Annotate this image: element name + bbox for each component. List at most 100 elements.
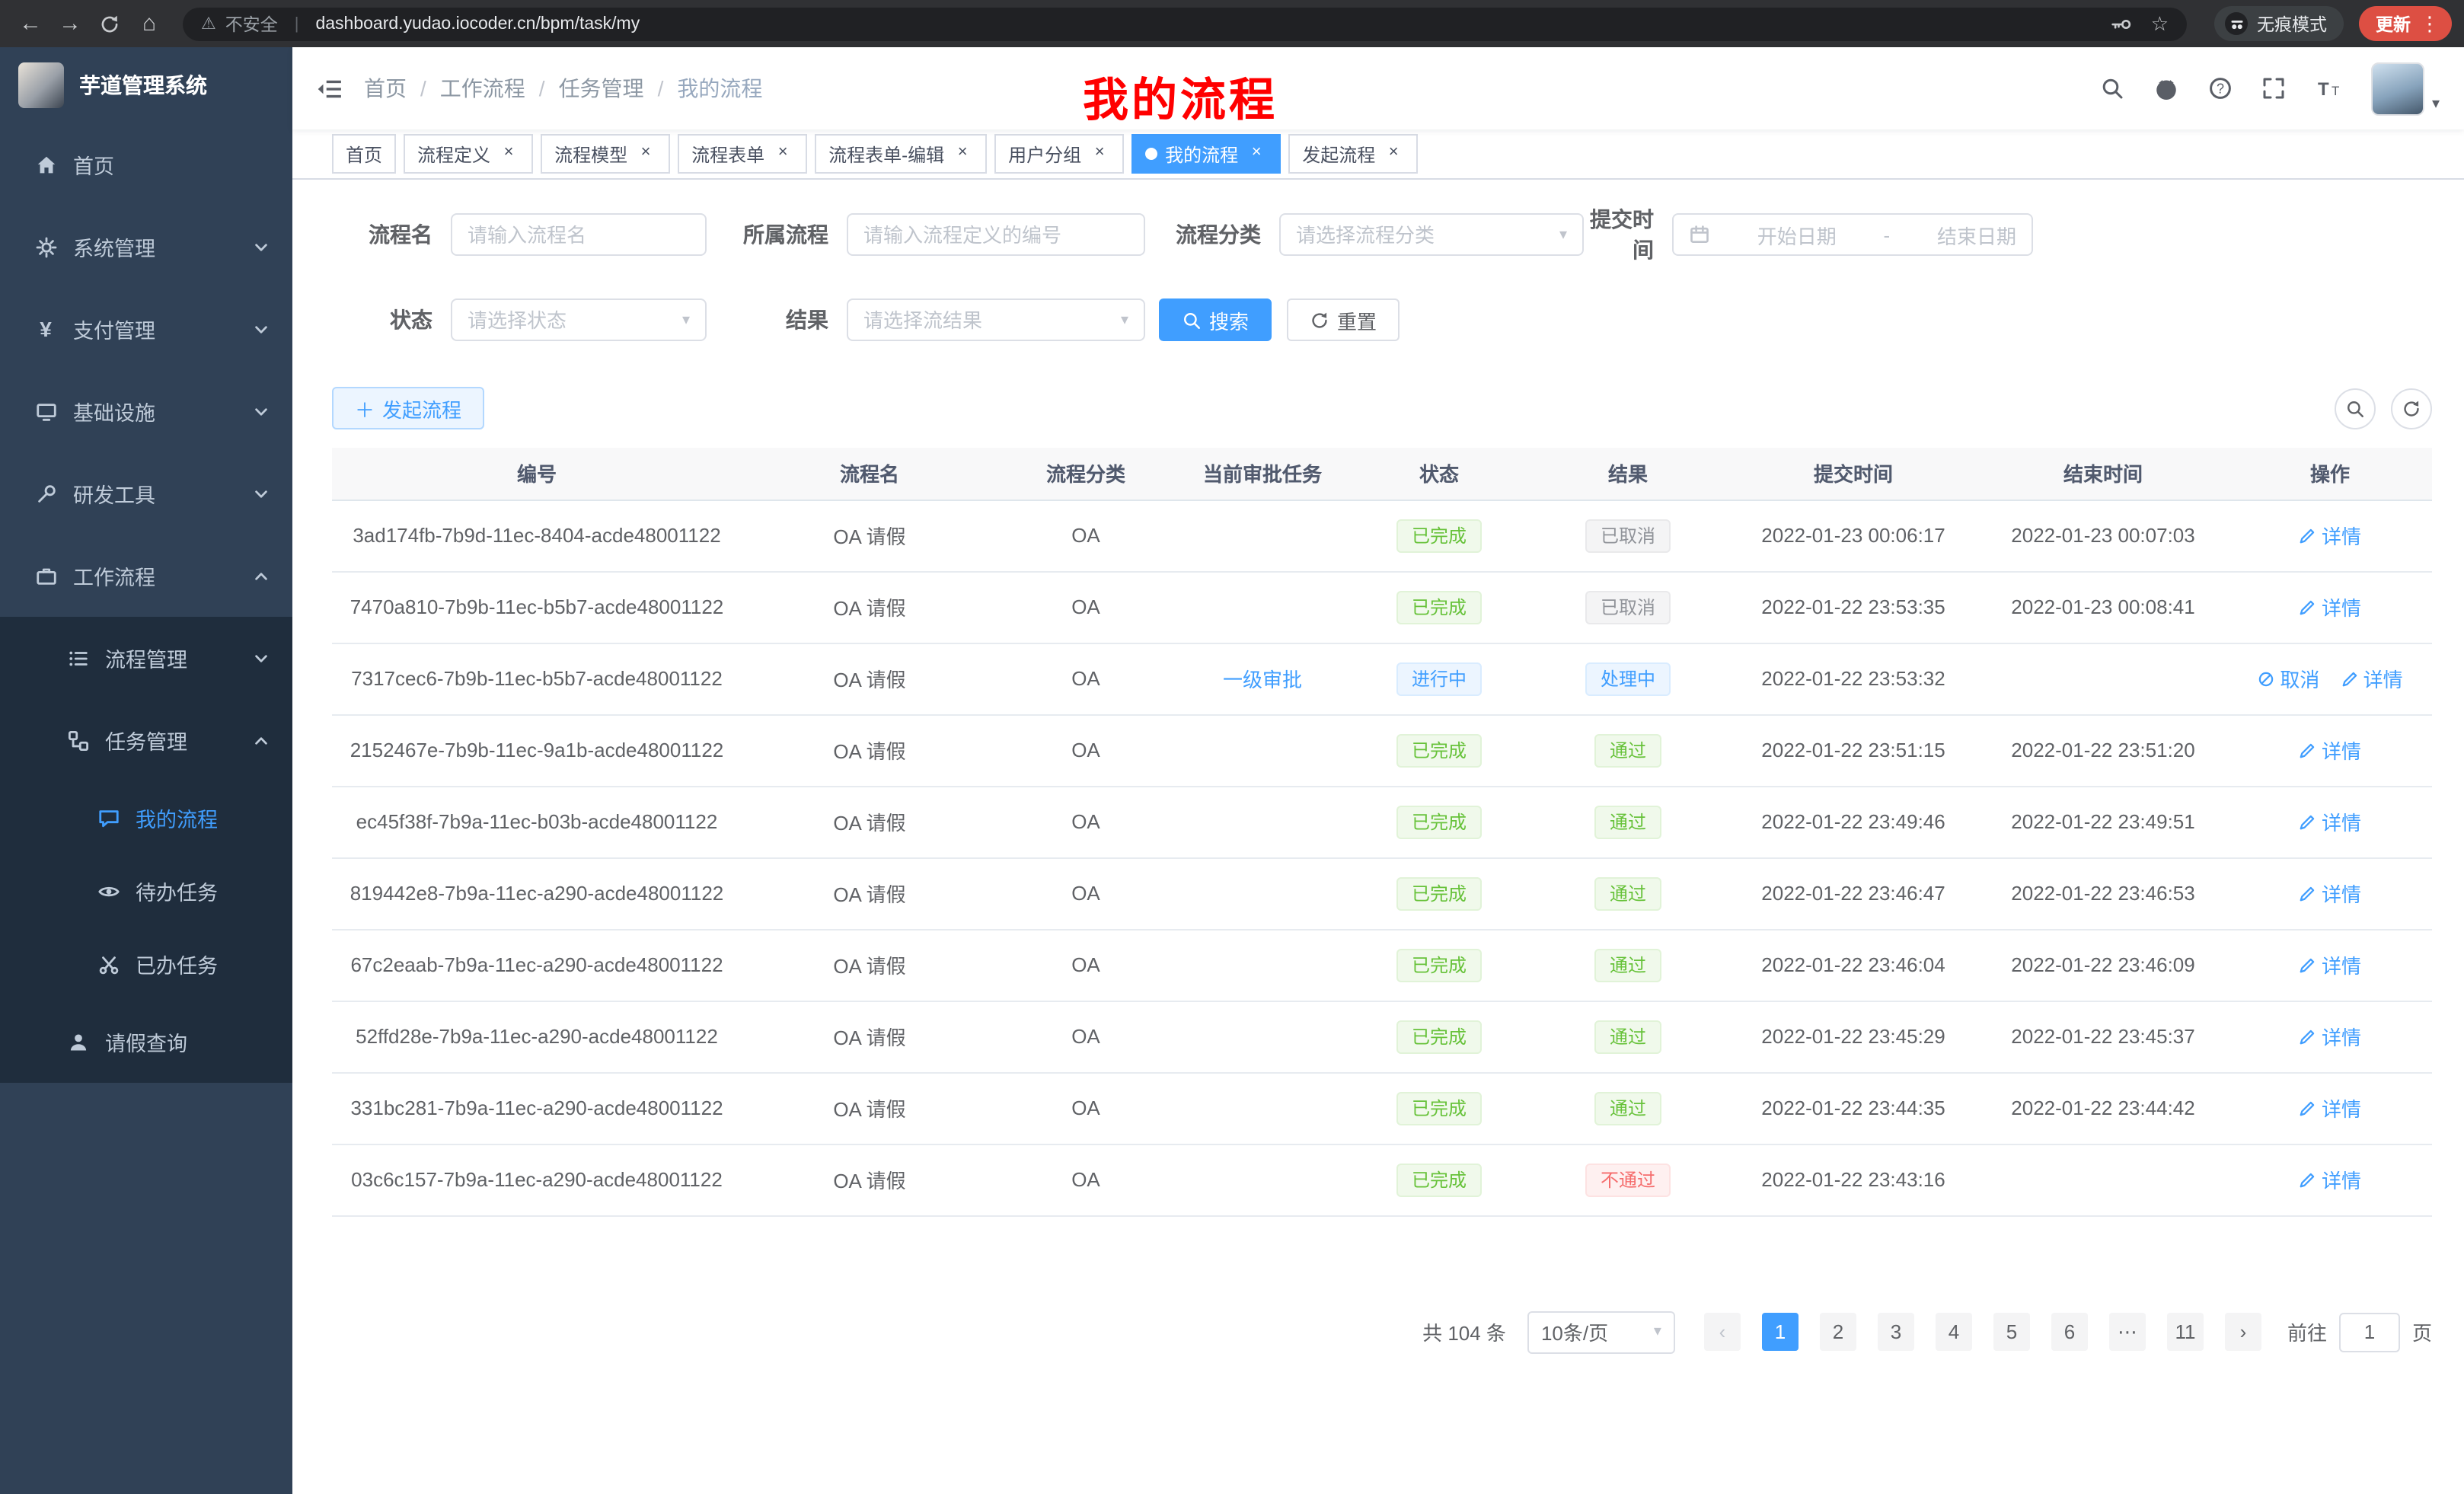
sidebar-item-workflow[interactable]: 工作流程 <box>0 535 292 617</box>
forward-icon[interactable]: → <box>52 5 88 42</box>
detail-link[interactable]: 详情 <box>2341 664 2403 693</box>
detail-link[interactable]: 详情 <box>2299 1093 2361 1122</box>
close-icon[interactable]: × <box>1089 143 1110 164</box>
font-size-icon[interactable]: TT <box>2315 76 2342 101</box>
sidebar-item-infrastructure[interactable]: 基础设施 <box>0 370 292 452</box>
sidebar-item-todo-tasks[interactable]: 待办任务 <box>0 854 292 927</box>
sidebar-item-process-management[interactable]: 流程管理 <box>0 617 292 699</box>
app-logo[interactable]: 芋道管理系统 <box>0 47 292 123</box>
detail-link[interactable]: 详情 <box>2299 736 2361 765</box>
process-name-field[interactable] <box>468 223 690 246</box>
close-icon[interactable]: × <box>1246 143 1267 164</box>
tab-user-group[interactable]: 用户分组 × <box>994 134 1124 174</box>
fullscreen-icon[interactable] <box>2261 76 2286 101</box>
incognito-profile-badge[interactable]: 无痕模式 <box>2214 6 2344 41</box>
process-definition-field[interactable] <box>863 223 1128 246</box>
sidebar-item-task-management[interactable]: 任务管理 <box>0 699 292 781</box>
tab-start-process[interactable]: 发起流程 × <box>1288 134 1418 174</box>
address-bar[interactable]: ⚠ 不安全 | dashboard.yudao.iocoder.cn/bpm/t… <box>183 7 2187 40</box>
prev-page-button[interactable]: ‹ <box>1704 1313 1741 1351</box>
detail-link[interactable]: 详情 <box>2299 521 2361 550</box>
page-button-4[interactable]: 4 <box>1936 1313 1972 1351</box>
svg-text:?: ? <box>2217 81 2224 96</box>
sidebar-item-devtools[interactable]: 研发工具 <box>0 452 292 535</box>
next-page-button[interactable]: › <box>2225 1313 2261 1351</box>
detail-link[interactable]: 详情 <box>2299 592 2361 621</box>
tab-home[interactable]: 首页 <box>332 134 396 174</box>
security-label[interactable]: 不安全 <box>225 11 278 36</box>
status-select[interactable]: ▾ <box>451 298 707 341</box>
cancel-link[interactable]: 取消 <box>2257 664 2319 693</box>
reload-icon[interactable] <box>91 5 128 42</box>
help-icon[interactable]: ? <box>2208 76 2233 101</box>
detail-link[interactable]: 详情 <box>2299 807 2361 836</box>
breadcrumb-item[interactable]: 任务管理 <box>559 73 644 104</box>
github-icon[interactable] <box>2153 75 2179 101</box>
page-button-3[interactable]: 3 <box>1878 1313 1914 1351</box>
close-icon[interactable]: × <box>772 143 793 164</box>
avatar[interactable] <box>2371 62 2424 115</box>
tab-my-process[interactable]: 我的流程 × <box>1131 134 1281 174</box>
current-task-link[interactable]: 一级审批 <box>1223 664 1302 693</box>
col-id: 编号 <box>332 448 742 500</box>
bookmark-star-icon[interactable]: ☆ <box>2151 11 2169 36</box>
create-process-button[interactable]: ＋ 发起流程 <box>332 387 484 429</box>
process-definition-input[interactable] <box>847 213 1145 256</box>
start-date-placeholder[interactable]: 开始日期 <box>1757 220 1837 249</box>
update-button[interactable]: 更新 ⋮ <box>2359 6 2452 41</box>
sidebar-item-label: 基础设施 <box>73 396 155 426</box>
detail-link[interactable]: 详情 <box>2299 1022 2361 1051</box>
page-size-select[interactable]: 10条/页 ▾ <box>1527 1310 1675 1353</box>
page-button-5[interactable]: 5 <box>1993 1313 2030 1351</box>
detail-link[interactable]: 详情 <box>2299 1165 2361 1194</box>
sidebar-item-label: 支付管理 <box>73 314 155 344</box>
toggle-search-button[interactable] <box>2335 388 2376 429</box>
browser-home-icon[interactable]: ⌂ <box>131 5 168 42</box>
close-icon[interactable]: × <box>952 143 973 164</box>
reset-button[interactable]: 重置 <box>1287 298 1400 341</box>
key-icon[interactable] <box>2111 13 2133 34</box>
tab-process-form-edit[interactable]: 流程表单-编辑 × <box>815 134 987 174</box>
search-button[interactable]: 搜索 <box>1159 298 1272 341</box>
refresh-button[interactable] <box>2391 388 2432 429</box>
back-icon[interactable]: ← <box>12 5 49 42</box>
sidebar-item-system[interactable]: 系统管理 <box>0 206 292 288</box>
breadcrumb-item[interactable]: 工作流程 <box>440 73 525 104</box>
more-pages-button[interactable]: ⋯ <box>2109 1313 2146 1351</box>
submit-time-cell: 2022-01-22 23:45:29 <box>1728 1001 1978 1072</box>
end-date-placeholder[interactable]: 结束日期 <box>1937 220 2016 249</box>
page-button-6[interactable]: 6 <box>2051 1313 2088 1351</box>
result-field[interactable] <box>863 308 1121 331</box>
close-icon[interactable]: × <box>498 143 519 164</box>
category-field[interactable] <box>1296 223 1559 246</box>
breadcrumb-item[interactable]: 首页 <box>364 73 407 104</box>
detail-link[interactable]: 详情 <box>2299 879 2361 908</box>
tab-process-model[interactable]: 流程模型 × <box>541 134 670 174</box>
search-icon[interactable] <box>2100 76 2124 101</box>
detail-link[interactable]: 详情 <box>2299 950 2361 979</box>
tab-process-form[interactable]: 流程表单 × <box>678 134 807 174</box>
url-text[interactable]: dashboard.yudao.iocoder.cn/bpm/task/my <box>315 14 640 33</box>
sidebar-item-home[interactable]: 首页 <box>0 123 292 206</box>
sidebar-item-my-process[interactable]: 我的流程 <box>0 781 292 854</box>
table-row: 2152467e-7b9b-11ec-9a1b-acde48001122 OA … <box>332 714 2432 786</box>
sidebar-item-leave-query[interactable]: 请假查询 <box>0 1001 292 1083</box>
submit-time-range[interactable]: 开始日期 - 结束日期 <box>1672 213 2033 256</box>
goto-page-input[interactable] <box>2339 1312 2400 1352</box>
sidebar-item-done-tasks[interactable]: 已办任务 <box>0 927 292 1001</box>
category-select[interactable]: ▾ <box>1279 213 1584 256</box>
status-field[interactable] <box>468 308 682 331</box>
close-icon[interactable]: × <box>1383 143 1404 164</box>
process-name-input[interactable] <box>451 213 707 256</box>
user-menu[interactable]: ▾ <box>2371 62 2440 115</box>
page-button-2[interactable]: 2 <box>1820 1313 1856 1351</box>
page-button-1[interactable]: 1 <box>1762 1313 1799 1351</box>
sidebar-item-payment[interactable]: ¥ 支付管理 <box>0 288 292 370</box>
tab-process-definition[interactable]: 流程定义 × <box>404 134 533 174</box>
sidebar-fold-icon[interactable] <box>317 75 343 101</box>
close-icon[interactable]: × <box>635 143 656 164</box>
browser-menu-icon[interactable]: ⋮ <box>2415 11 2444 36</box>
result-select[interactable]: ▾ <box>847 298 1145 341</box>
name-cell: OA 请假 <box>742 1072 997 1144</box>
page-button-11[interactable]: 11 <box>2167 1313 2204 1351</box>
